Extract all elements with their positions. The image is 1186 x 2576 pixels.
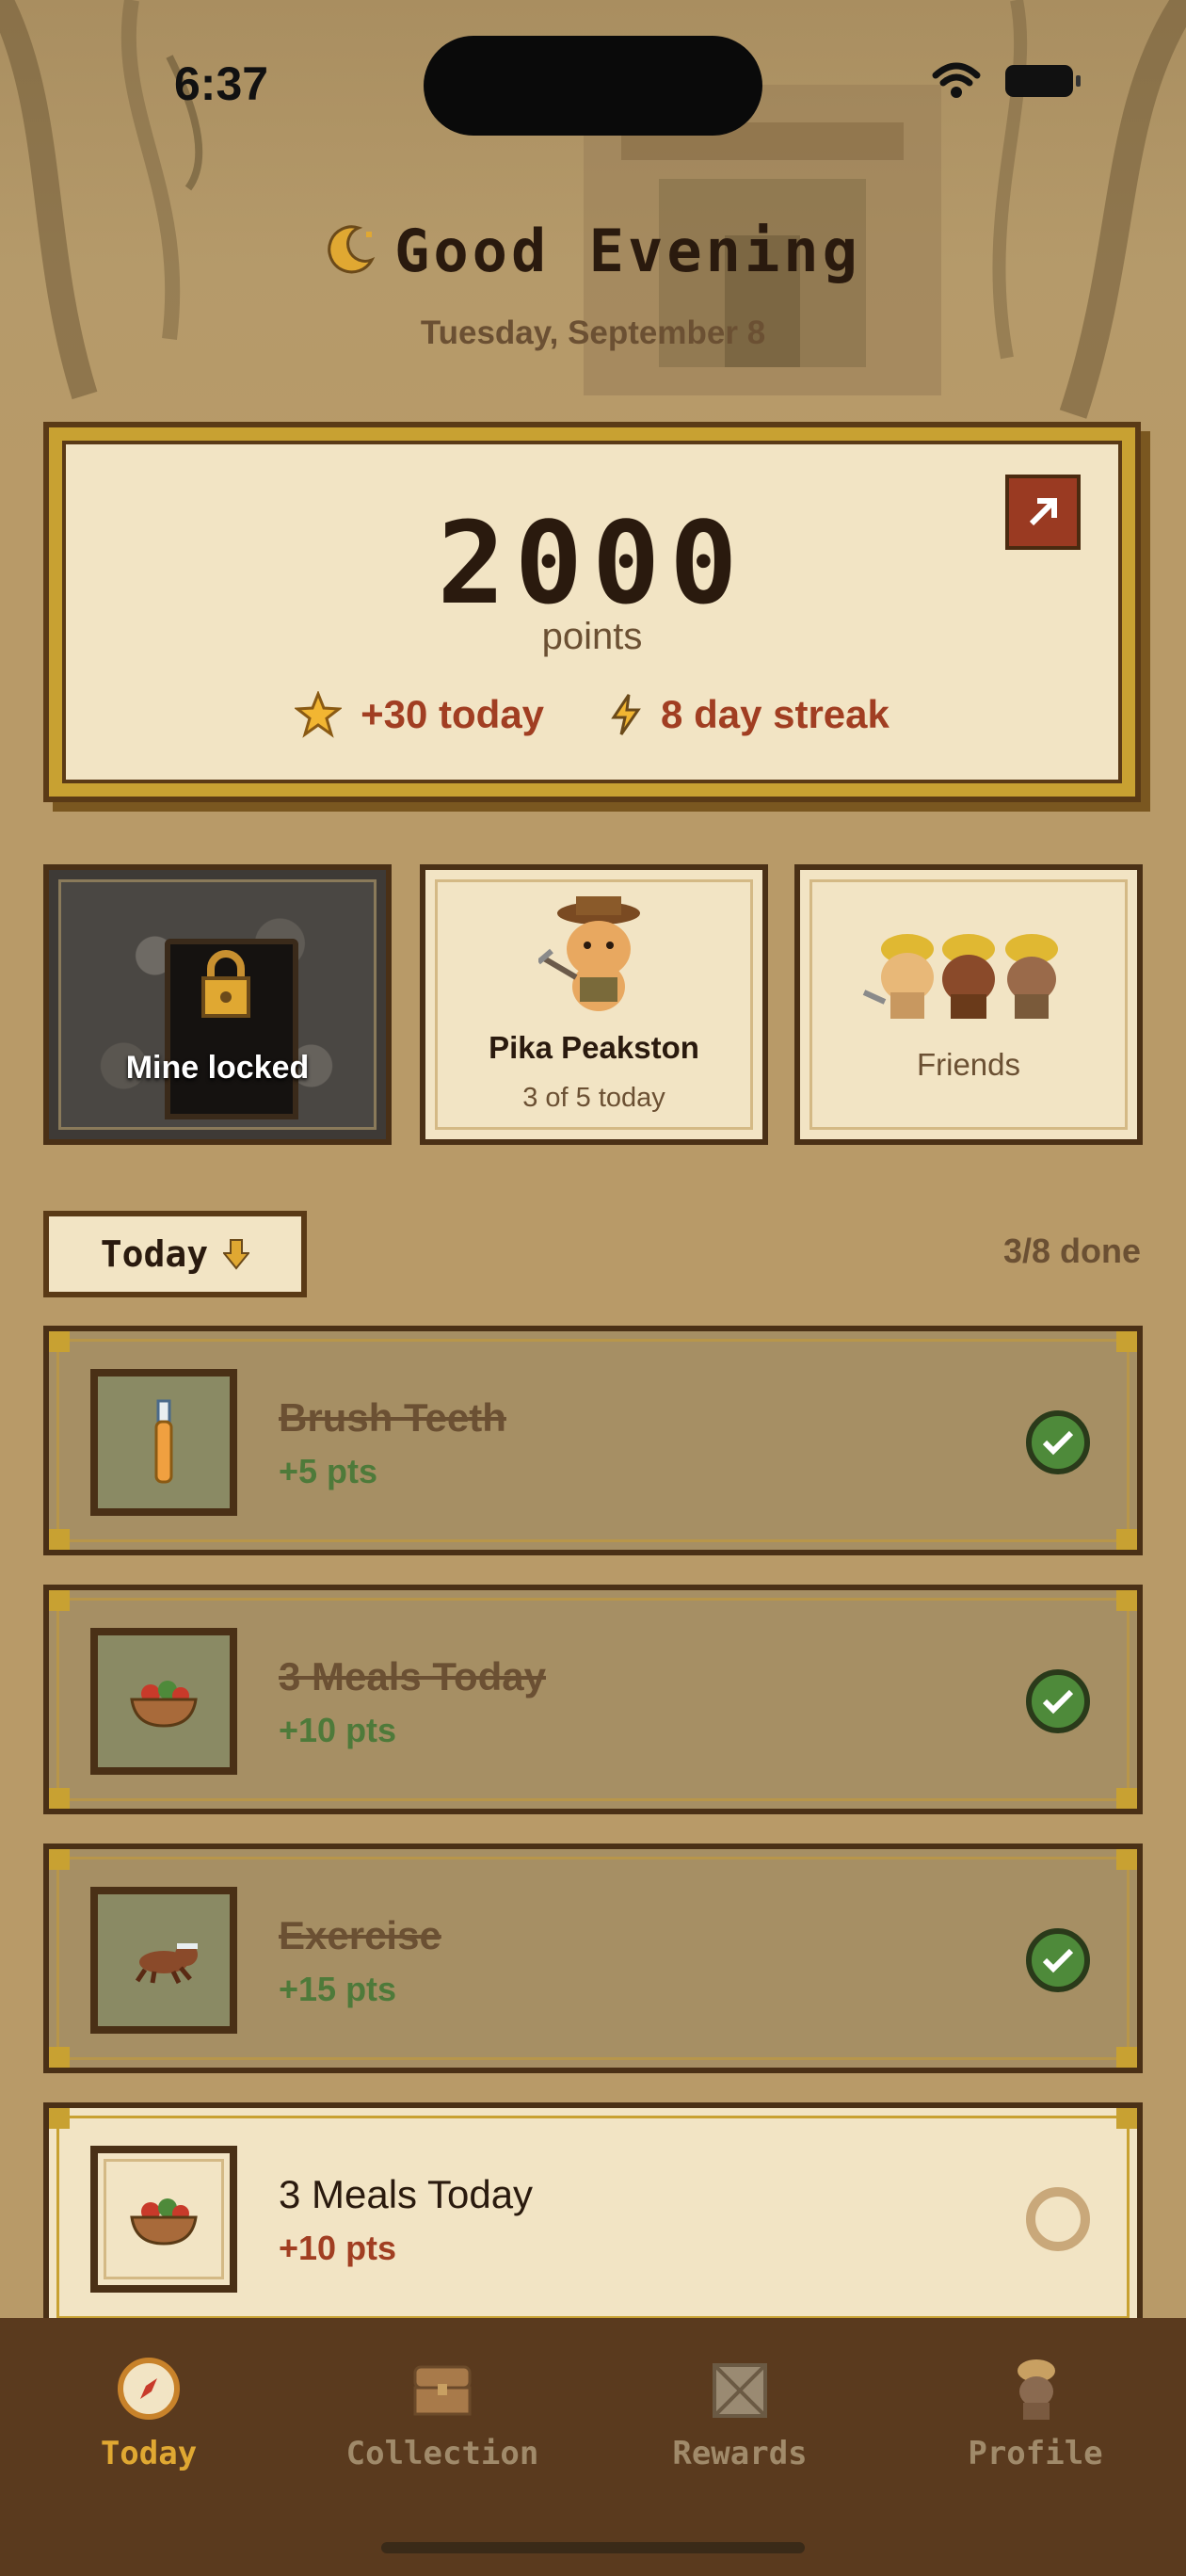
running-dog-icon bbox=[90, 1887, 237, 2034]
tab-label: Rewards bbox=[672, 2435, 808, 2472]
task-checkbox[interactable] bbox=[1026, 1928, 1090, 1992]
status-time: 6:37 bbox=[174, 57, 269, 110]
chest-icon bbox=[413, 2365, 472, 2416]
pet-name: Pika Peakston bbox=[489, 1030, 699, 1065]
task-card[interactable]: Exercise +15 pts bbox=[43, 1843, 1143, 2073]
compass-icon bbox=[118, 2358, 180, 2420]
greeting: Good Evening bbox=[0, 217, 1186, 289]
task-points: +5 pts bbox=[279, 1452, 378, 1490]
corner-ornament bbox=[49, 1849, 70, 1870]
task-card[interactable]: Brush Teeth +5 pts bbox=[43, 1326, 1143, 1555]
arrow-down-icon bbox=[223, 1239, 250, 1270]
corner-ornament bbox=[49, 1788, 70, 1809]
done-count: 3/8 done bbox=[1002, 1232, 1141, 1270]
lock-icon bbox=[201, 950, 250, 1018]
salad-bowl-icon bbox=[90, 2146, 237, 2293]
filter-label: Today bbox=[100, 1233, 209, 1275]
salad-bowl-icon bbox=[90, 1628, 237, 1775]
corner-ornament bbox=[49, 1590, 70, 1611]
tab-label: Today bbox=[100, 2435, 198, 2472]
friends-label: Friends bbox=[916, 1047, 1021, 1082]
dynamic-island bbox=[424, 36, 762, 136]
star-icon bbox=[295, 691, 343, 738]
pika-explorer-icon bbox=[538, 896, 640, 1011]
corner-ornament bbox=[1116, 1849, 1137, 1870]
task-title: 3 Meals Today bbox=[279, 2172, 534, 2216]
points-value: 2000 bbox=[437, 499, 747, 630]
tab-collection[interactable]: Collection bbox=[301, 2356, 584, 2472]
today-points: +30 today bbox=[361, 692, 545, 736]
task-points: +10 pts bbox=[279, 2229, 397, 2267]
tab-rewards[interactable]: Rewards bbox=[599, 2356, 881, 2472]
points-card[interactable]: 2000 points +30 today 8 day streak bbox=[43, 422, 1141, 802]
corner-ornament bbox=[1116, 2108, 1137, 2129]
friends-miners-icon bbox=[862, 934, 1058, 1019]
tab-label: Collection bbox=[345, 2435, 539, 2472]
corner-ornament bbox=[49, 1529, 70, 1550]
checkmark-icon bbox=[1042, 1689, 1074, 1715]
share-button[interactable] bbox=[1005, 475, 1081, 550]
toothbrush-icon bbox=[90, 1369, 237, 1516]
corner-ornament bbox=[1116, 1529, 1137, 1550]
tab-profile[interactable]: Profile bbox=[894, 2356, 1177, 2472]
task-points: +10 pts bbox=[279, 1711, 397, 1749]
friends-tile[interactable]: Friends bbox=[794, 864, 1143, 1145]
home-indicator bbox=[381, 2542, 805, 2553]
task-title: Brush Teeth bbox=[279, 1395, 506, 1440]
pet-tile[interactable]: Pika Peakston 3 of 5 today bbox=[420, 864, 768, 1145]
tab-bar: Today Collection Rewards Profile bbox=[0, 2318, 1186, 2576]
corner-ornament bbox=[1116, 1331, 1137, 1352]
task-points: +15 pts bbox=[279, 1970, 397, 2008]
corner-ornament bbox=[1116, 2047, 1137, 2068]
date-label: Tuesday, September 8 bbox=[420, 314, 766, 351]
checkmark-icon bbox=[1042, 1430, 1074, 1456]
mine-image: Mine locked bbox=[58, 879, 377, 1130]
lightning-icon bbox=[611, 694, 641, 735]
wifi-icon bbox=[932, 62, 981, 98]
tab-label: Profile bbox=[968, 2435, 1103, 2472]
arrow-up-right-icon bbox=[1029, 498, 1057, 526]
streak-text: 8 day streak bbox=[661, 692, 890, 736]
checkmark-icon bbox=[1042, 1948, 1074, 1973]
points-stats: +30 today 8 day streak bbox=[66, 691, 1118, 738]
corner-ornament bbox=[49, 2047, 70, 2068]
task-checkbox[interactable] bbox=[1026, 2187, 1090, 2251]
streak-stat: 8 day streak bbox=[610, 691, 890, 738]
task-checkbox[interactable] bbox=[1026, 1410, 1090, 1474]
task-title: Exercise bbox=[279, 1913, 441, 1957]
corner-ornament bbox=[49, 2108, 70, 2129]
points-card-inner: 2000 points +30 today 8 day streak bbox=[62, 441, 1122, 783]
greeting-text: Good Evening bbox=[394, 217, 861, 285]
moon-icon bbox=[325, 220, 377, 289]
task-card[interactable]: 3 Meals Today +10 pts bbox=[43, 1585, 1143, 1814]
task-card[interactable]: 3 Meals Today +10 pts bbox=[43, 2102, 1143, 2332]
crate-icon bbox=[713, 2363, 767, 2418]
corner-ornament bbox=[1116, 1590, 1137, 1611]
corner-ornament bbox=[49, 1331, 70, 1352]
points-label: points bbox=[541, 616, 643, 657]
today-stat: +30 today bbox=[295, 691, 544, 738]
day-filter-dropdown[interactable]: Today bbox=[43, 1211, 307, 1297]
pet-progress: 3 of 5 today bbox=[522, 1083, 665, 1113]
mine-label: Mine locked bbox=[125, 1050, 310, 1086]
corner-ornament bbox=[1116, 1788, 1137, 1809]
status-icons bbox=[932, 62, 1081, 100]
task-title: 3 Meals Today bbox=[279, 1654, 546, 1699]
mine-tile[interactable]: Mine locked bbox=[43, 864, 392, 1145]
battery-icon bbox=[1005, 65, 1081, 97]
task-checkbox[interactable] bbox=[1026, 1669, 1090, 1733]
miner-icon bbox=[1018, 2359, 1055, 2420]
tab-today[interactable]: Today bbox=[8, 2356, 290, 2472]
